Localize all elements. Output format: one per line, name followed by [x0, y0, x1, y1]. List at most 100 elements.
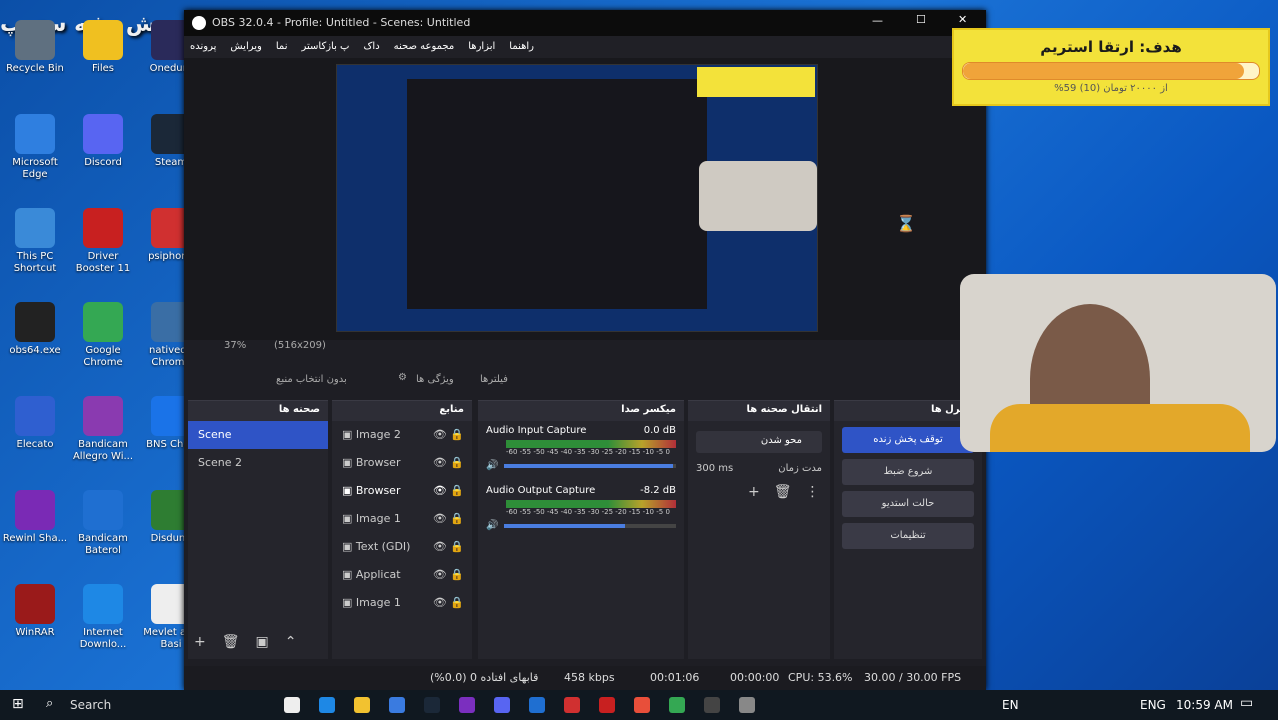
obs-icon[interactable]: [739, 697, 755, 713]
app-icon[interactable]: [564, 697, 580, 713]
taskbar-search[interactable]: Search: [70, 698, 111, 712]
visibility-icon[interactable]: 👁: [433, 568, 450, 581]
volume-slider[interactable]: [504, 523, 676, 528]
menu-item[interactable]: نما: [276, 41, 288, 52]
speaker-icon[interactable]: 🔊: [486, 520, 498, 531]
pinterest-icon[interactable]: [599, 697, 615, 713]
visibility-icon[interactable]: 👁: [433, 512, 450, 525]
discord-icon[interactable]: [494, 697, 510, 713]
desktop-app-icon: [83, 20, 123, 60]
windows-start-icon[interactable]: ⊞: [12, 696, 24, 712]
add-transition-icon[interactable]: +: [748, 484, 760, 500]
source-item[interactable]: ▣ Image 2 👁 🔒: [332, 421, 472, 449]
menu-item[interactable]: مجموعه صحنه: [394, 41, 455, 52]
speaker-icon[interactable]: 🔊: [486, 460, 498, 471]
desktop-icon[interactable]: Google Chrome: [68, 302, 138, 369]
desktop-app-icon: [83, 584, 123, 624]
desktop-icon[interactable]: Rewinl Sha...: [0, 490, 70, 545]
search-icon[interactable]: ⌕: [46, 696, 53, 711]
desktop-icon[interactable]: Elecato: [0, 396, 70, 451]
source-item[interactable]: ▣ Applicat 👁 🔒: [332, 561, 472, 589]
lang-indicator[interactable]: EN: [1002, 698, 1019, 712]
lock-icon[interactable]: 🔒: [450, 456, 464, 469]
menu-item[interactable]: ابزارها: [468, 41, 495, 52]
close-icon[interactable]: ✕: [958, 13, 967, 26]
menu-item[interactable]: راهنما: [509, 41, 534, 52]
visibility-icon[interactable]: 👁: [433, 484, 450, 497]
source-item[interactable]: ▣ Browser 👁 🔒: [332, 449, 472, 477]
rewind-icon[interactable]: [459, 697, 475, 713]
source-item[interactable]: ▣ Browser 👁 🔒: [332, 477, 472, 505]
desktop-icon[interactable]: Discord: [68, 114, 138, 169]
stop-streaming-button[interactable]: توقف پخش زنده: [842, 427, 974, 453]
scene-filter-icon[interactable]: ▣: [256, 634, 269, 650]
desktop-icon[interactable]: Internet Downlo...: [68, 584, 138, 651]
desktop-icon[interactable]: Microsoft Edge: [0, 114, 70, 181]
minimize-icon[interactable]: —: [872, 14, 883, 27]
menu-item[interactable]: پرونده: [190, 41, 216, 52]
move-up-icon[interactable]: ⌃: [285, 634, 297, 650]
visibility-icon[interactable]: 👁: [433, 456, 450, 469]
maximize-icon[interactable]: ☐: [916, 13, 926, 26]
scene-item[interactable]: Scene 2: [188, 449, 328, 477]
more-icon[interactable]: ⋮: [806, 484, 820, 500]
duration-value[interactable]: 300 ms: [696, 463, 733, 474]
preview-zoom[interactable]: 37%: [224, 340, 246, 351]
keyboard-lang[interactable]: ENG: [1140, 698, 1166, 712]
mail-icon[interactable]: [424, 697, 440, 713]
desktop-icon[interactable]: Driver Booster 11: [68, 208, 138, 275]
lock-icon[interactable]: 🔒: [450, 512, 464, 525]
edge-icon[interactable]: [319, 697, 335, 713]
source-label: Applicat: [355, 568, 401, 581]
source-item[interactable]: ▣ Image 1 👁 🔒: [332, 589, 472, 617]
scenes-panel: صحنه ها Scene Scene 2: [188, 400, 328, 659]
explorer-icon[interactable]: [354, 697, 370, 713]
lock-icon[interactable]: 🔒: [450, 540, 464, 553]
desktop-icon[interactable]: Bandicam Baterol: [68, 490, 138, 557]
visibility-icon[interactable]: 👁: [433, 596, 450, 609]
filters-button[interactable]: فیلترها: [480, 374, 508, 385]
source-label-wrap: ▣ Image 1: [342, 505, 401, 533]
preview-area[interactable]: ⌛ 37% (516x209): [184, 58, 986, 351]
store-icon[interactable]: [389, 697, 405, 713]
media-icon[interactable]: [704, 697, 720, 713]
lock-icon[interactable]: 🔒: [450, 596, 464, 609]
transitions-title: انتقال صحنه ها: [688, 401, 830, 421]
remove-scene-icon[interactable]: 🗑: [222, 634, 240, 650]
menu-bar: پرونده ویرایش نما پ بازکاستر داک مجموعه صحنه ا…: [184, 36, 986, 58]
visibility-icon[interactable]: 👁: [433, 540, 450, 553]
gear-icon[interactable]: ⚙: [398, 372, 407, 383]
studio-mode-button[interactable]: حالت استدیو: [842, 491, 974, 517]
visibility-icon[interactable]: 👁: [433, 428, 450, 441]
task-view-icon[interactable]: [284, 697, 300, 713]
source-label: Browser: [355, 456, 401, 469]
desktop-icon[interactable]: obs64.exe: [0, 302, 70, 357]
lock-icon[interactable]: 🔒: [450, 568, 464, 581]
yandex-icon[interactable]: [634, 697, 650, 713]
add-scene-icon[interactable]: +: [194, 634, 206, 650]
source-item[interactable]: ▣ Image 1 👁 🔒: [332, 505, 472, 533]
menu-item[interactable]: داک: [363, 41, 379, 52]
desktop-icon[interactable]: This PC Shortcut: [0, 208, 70, 275]
source-label: Image 1: [355, 512, 401, 525]
menu-item[interactable]: ویرایش: [230, 41, 261, 52]
volume-slider[interactable]: [504, 463, 676, 468]
transition-select[interactable]: محو شدن: [696, 431, 822, 453]
notification-icon[interactable]: ▭: [1240, 695, 1253, 711]
settings-button[interactable]: تنظیمات: [842, 523, 974, 549]
clock[interactable]: 10:59 AM: [1176, 698, 1233, 712]
trash-icon[interactable]: 🗑: [774, 484, 792, 500]
menu-item[interactable]: پ بازکاستر: [301, 41, 349, 52]
desktop-icon[interactable]: Files: [68, 20, 138, 75]
scene-item-selected[interactable]: Scene: [188, 421, 328, 449]
vpn-icon[interactable]: [529, 697, 545, 713]
desktop-icon[interactable]: Recycle Bin: [0, 20, 70, 75]
properties-button[interactable]: ویژگی ها: [416, 374, 454, 385]
source-item[interactable]: ▣ Text (GDI) 👁 🔒: [332, 533, 472, 561]
start-recording-button[interactable]: شروع ضبط: [842, 459, 974, 485]
desktop-icon[interactable]: Bandicam Allegro Wi...: [68, 396, 138, 463]
lock-icon[interactable]: 🔒: [450, 484, 464, 497]
chrome-icon[interactable]: [669, 697, 685, 713]
desktop-icon[interactable]: WinRAR: [0, 584, 70, 639]
lock-icon[interactable]: 🔒: [450, 428, 464, 441]
